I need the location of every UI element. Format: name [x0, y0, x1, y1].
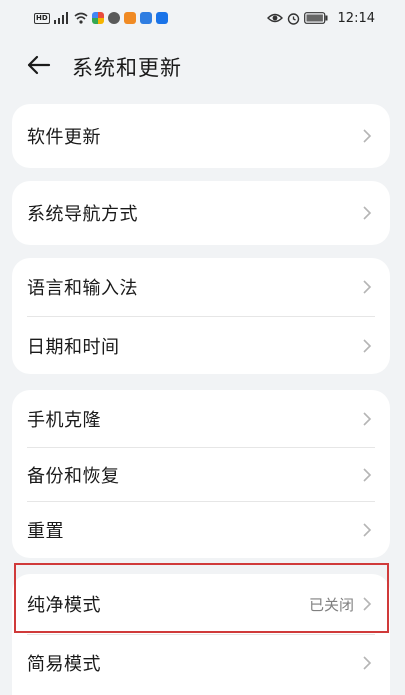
- settings-group-4: 手机克隆 备份和恢复 重置: [12, 390, 390, 558]
- row-label: 纯净模式: [27, 595, 101, 616]
- chevron-right-icon: [363, 338, 372, 353]
- pure-mode-status: 已关闭: [308, 595, 354, 614]
- row-pure-mode[interactable]: 纯净模式 已关闭: [12, 574, 390, 634]
- status-bar: HD 12:14: [0, 0, 405, 36]
- settings-group-1: 软件更新: [12, 104, 390, 168]
- row-simple-mode[interactable]: 简易模式: [12, 635, 390, 691]
- clock-time: 12:14: [337, 10, 375, 26]
- row-date-time[interactable]: 日期和时间: [12, 317, 390, 374]
- row-label: 重置: [27, 521, 64, 542]
- chevron-right-icon: [363, 656, 372, 670]
- settings-group-3: 语言和输入法 日期和时间: [12, 258, 390, 374]
- app-icon-5: [155, 12, 168, 24]
- row-label: 简易模式: [27, 654, 101, 675]
- row-language-input[interactable]: 语言和输入法: [12, 258, 390, 316]
- chevron-right-icon: [363, 523, 372, 537]
- page-header: 系统和更新: [0, 36, 405, 96]
- chevron-right-icon: [363, 206, 372, 220]
- signal-icon: [53, 12, 70, 24]
- status-right: 12:14: [266, 10, 375, 26]
- battery-icon: [303, 12, 328, 24]
- row-label: 软件更新: [27, 127, 101, 148]
- row-label: 手机克隆: [27, 409, 101, 431]
- eye-icon: [266, 12, 283, 24]
- page-title: 系统和更新: [72, 56, 182, 80]
- alarm-icon: [287, 12, 300, 25]
- back-arrow-icon[interactable]: [26, 52, 52, 78]
- app-icon-1: [91, 12, 104, 24]
- row-label: 语言和输入法: [27, 278, 138, 299]
- settings-group-5: 纯净模式 已关闭 简易模式: [12, 574, 390, 695]
- chevron-right-icon: [363, 280, 372, 294]
- app-icon-2: [107, 12, 120, 24]
- app-icon-4: [139, 12, 152, 24]
- chevron-right-icon: [363, 597, 372, 611]
- status-left: HD: [34, 12, 168, 24]
- row-label: 系统导航方式: [27, 204, 138, 225]
- row-reset[interactable]: 重置: [12, 502, 390, 558]
- hd-icon: HD: [34, 12, 50, 24]
- settings-group-2: 系统导航方式: [12, 181, 390, 245]
- chevron-right-icon: [363, 411, 372, 426]
- row-label: 备份和恢复: [27, 465, 120, 487]
- row-backup-restore[interactable]: 备份和恢复: [12, 448, 390, 501]
- chevron-right-icon: [363, 129, 372, 143]
- row-system-navigation[interactable]: 系统导航方式: [12, 181, 390, 245]
- row-phone-clone[interactable]: 手机克隆: [12, 390, 390, 447]
- row-software-update[interactable]: 软件更新: [12, 104, 390, 168]
- row-label: 日期和时间: [27, 336, 120, 358]
- chevron-right-icon: [363, 467, 372, 482]
- app-icon-3: [123, 12, 136, 24]
- wifi-icon: [74, 12, 88, 24]
